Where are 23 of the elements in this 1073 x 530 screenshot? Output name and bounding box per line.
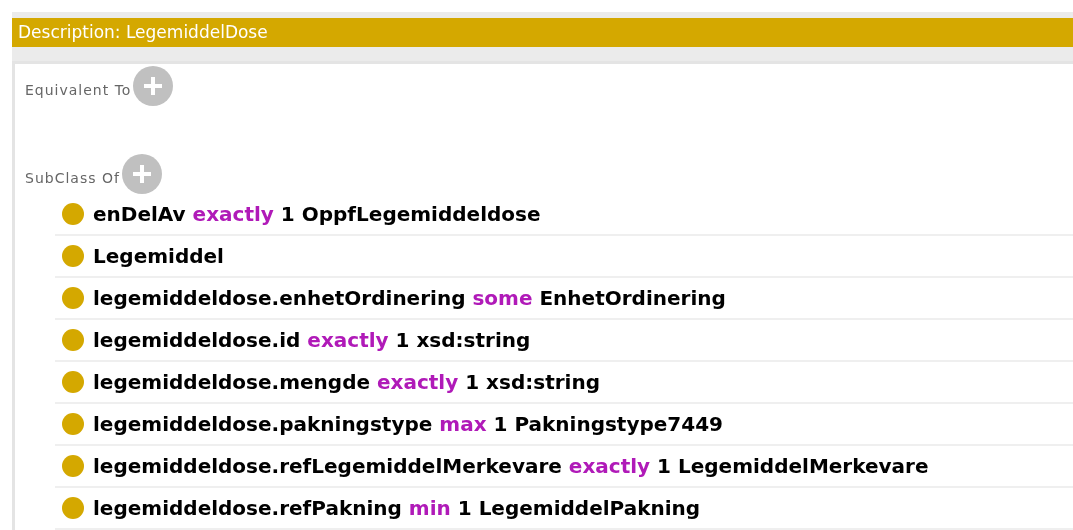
class-dot-icon	[61, 370, 85, 394]
class-expression[interactable]: legemiddeldose.refPakning min 1 LegemiddelPakning	[93, 493, 701, 523]
class-expression[interactable]: legemiddeldose.pakningstype max 1 Pakningstype7449	[93, 409, 723, 439]
class-expression[interactable]: Legemiddel	[93, 241, 224, 271]
class-expression[interactable]: legemiddeldose.id exactly 1 xsd:string	[93, 325, 531, 355]
add-button[interactable]	[121, 154, 162, 194]
plus-icon	[130, 163, 153, 185]
plus-icon	[142, 75, 165, 97]
section-label: Equivalent To	[25, 80, 132, 100]
class-dot-icon	[61, 454, 85, 478]
class-dot-icon	[61, 286, 85, 310]
section-label: SubClass Of	[25, 168, 120, 188]
class-expression[interactable]: legemiddeldose.refLegemiddelMerkevare exactly 1 LegemiddelMerkevare	[93, 451, 929, 481]
class-dot-icon	[61, 496, 85, 520]
class-dot-icon	[61, 412, 85, 436]
class-dot-icon	[61, 328, 85, 352]
class-dot-icon	[61, 244, 85, 268]
class-dot-icon	[61, 202, 85, 226]
class-expression[interactable]: enDelAv exactly 1 OppfLegemiddeldose	[93, 199, 541, 229]
add-button[interactable]	[133, 66, 174, 106]
class-expression[interactable]: legemiddeldose.mengde exactly 1 xsd:string	[93, 367, 600, 397]
class-expression[interactable]: legemiddeldose.enhetOrdinering some EnhetOrdinering	[93, 283, 726, 313]
panel-title: Description: LegemiddelDose	[18, 20, 268, 44]
